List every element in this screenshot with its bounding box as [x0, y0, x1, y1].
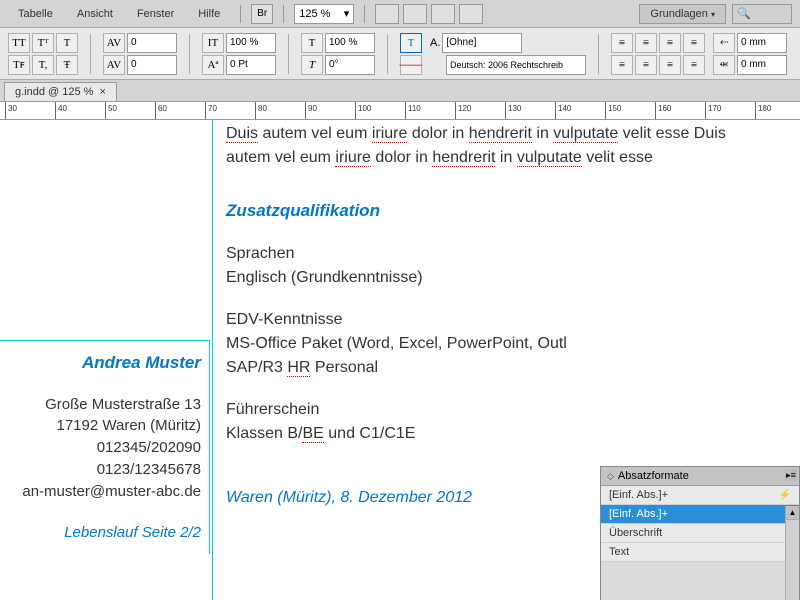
- license-value: Klassen B/BE und C1/C1E: [226, 422, 792, 446]
- main-text-frame[interactable]: Duis autem vel eum iriure dolor in hendr…: [218, 120, 800, 510]
- style-row-basic[interactable]: [Einf. Abs.]+: [601, 505, 799, 524]
- paragraph-styles-panel[interactable]: Absatzformate ▸≡ [Einf. Abs.]+⚡ [Einf. A…: [600, 466, 800, 600]
- sidebar-text-frame[interactable]: Andrea Muster Große Musterstraße 13 1719…: [0, 340, 210, 554]
- clear-override-icon[interactable]: ⚡: [779, 490, 791, 501]
- smallcaps-button[interactable]: Tꜰ: [8, 55, 30, 75]
- license-label: Führerschein: [226, 398, 792, 422]
- language-select[interactable]: [446, 55, 586, 75]
- baseline-icon: Aª: [202, 55, 224, 75]
- arrange-icon[interactable]: [459, 4, 483, 24]
- skew-icon: T: [301, 55, 323, 75]
- align-left-button[interactable]: ≡: [611, 33, 633, 53]
- indent-left-input[interactable]: [737, 33, 787, 53]
- stroke-color-icon[interactable]: ／: [400, 55, 422, 75]
- languages-label: Sprachen: [226, 242, 792, 266]
- menu-fenster[interactable]: Fenster: [127, 4, 184, 24]
- justify-left-button[interactable]: ≡: [611, 55, 633, 75]
- indent-left-icon: ⬸: [713, 33, 735, 53]
- page-label: Lebenslauf Seite 2/2: [4, 522, 201, 544]
- panel-menu-icon[interactable]: ▸≡: [785, 469, 797, 481]
- search-input[interactable]: 🔍: [732, 4, 792, 24]
- document-tab[interactable]: g.indd @ 125 % ×: [4, 82, 117, 101]
- section-heading: Zusatzqualifikation: [226, 198, 792, 224]
- superscript-button[interactable]: Tᵀ: [32, 33, 54, 53]
- style-row-text[interactable]: Text: [601, 543, 799, 562]
- tracking-input[interactable]: [127, 55, 177, 75]
- panel-title[interactable]: Absatzformate ▸≡: [601, 467, 799, 486]
- vscale-icon: IT: [202, 33, 224, 53]
- bridge-button[interactable]: Br: [251, 4, 273, 24]
- view-mode-2-icon[interactable]: [403, 4, 427, 24]
- current-style-display: [Einf. Abs.]+⚡: [601, 486, 799, 505]
- hscale-icon: T: [301, 33, 323, 53]
- vscale-input[interactable]: [226, 33, 276, 53]
- search-icon: 🔍: [737, 7, 751, 20]
- justify-center-button[interactable]: ≡: [635, 55, 657, 75]
- applicant-name: Andrea Muster: [4, 351, 201, 376]
- body-text-line1: Duis autem vel eum iriure dolor in hendr…: [226, 122, 800, 146]
- view-mode-3-icon[interactable]: [431, 4, 455, 24]
- document-tabs: g.indd @ 125 % ×: [0, 80, 800, 102]
- indent-right-input[interactable]: [737, 55, 787, 75]
- languages-value: Englisch (Grundkenntnisse): [226, 266, 792, 290]
- baseline-input[interactable]: [226, 55, 276, 75]
- city: 17192 Waren (Müritz): [4, 415, 201, 437]
- menu-hilfe[interactable]: Hilfe: [188, 4, 230, 24]
- style-row-heading[interactable]: Überschrift: [601, 524, 799, 543]
- control-toolbar: TT Tᵀ T Tꜰ T, Ŧ AV AV IT Aª T T T A. ／: [0, 28, 800, 80]
- view-mode-1-icon[interactable]: [375, 4, 399, 24]
- horizontal-ruler[interactable]: 3040506070809010011012013014015016017018…: [0, 102, 800, 120]
- strikethrough-button[interactable]: Ŧ: [56, 55, 78, 75]
- justify-all-button[interactable]: ≡: [683, 55, 705, 75]
- street: Große Musterstraße 13: [4, 394, 201, 416]
- menu-ansicht[interactable]: Ansicht: [67, 4, 123, 24]
- zoom-level[interactable]: 125 %▾: [294, 4, 354, 24]
- align-center-button[interactable]: ≡: [635, 33, 657, 53]
- email: an-muster@muster-abc.de: [4, 481, 201, 503]
- scroll-up-icon[interactable]: ▲: [786, 506, 799, 520]
- hscale-input[interactable]: [325, 33, 375, 53]
- kerning-input[interactable]: [127, 33, 177, 53]
- workspace-selector[interactable]: Grundlagen ▾: [639, 4, 726, 24]
- body-text-line2: autem vel eum iriure dolor in hendrerit …: [226, 146, 792, 170]
- skew-input[interactable]: [325, 55, 375, 75]
- indent-right-icon: ⬺: [713, 55, 735, 75]
- underline-button[interactable]: T: [56, 33, 78, 53]
- tracking-icon: AV: [103, 55, 125, 75]
- menubar: Tabelle Ansicht Fenster Hilfe Br 125 %▾ …: [0, 0, 800, 28]
- it-label: EDV-Kenntnisse: [226, 308, 792, 332]
- close-icon[interactable]: ×: [99, 86, 105, 98]
- tab-title: g.indd @ 125 %: [15, 86, 93, 98]
- phone1: 012345/202090: [4, 437, 201, 459]
- character-style-select[interactable]: [442, 33, 522, 53]
- phone2: 0123/12345678: [4, 459, 201, 481]
- align-right-button[interactable]: ≡: [659, 33, 681, 53]
- subscript-button[interactable]: T,: [32, 55, 54, 75]
- panel-scrollbar[interactable]: ▲: [785, 506, 799, 600]
- kerning-icon: AV: [103, 33, 125, 53]
- justify-button[interactable]: ≡: [683, 33, 705, 53]
- column-guide: [212, 120, 213, 600]
- allcaps-button[interactable]: TT: [8, 33, 30, 53]
- it-value-2: SAP/R3 HR Personal: [226, 356, 792, 380]
- justify-right-button[interactable]: ≡: [659, 55, 681, 75]
- it-value-1: MS-Office Paket (Word, Excel, PowerPoint…: [226, 332, 792, 356]
- fill-color-icon[interactable]: T: [400, 33, 422, 53]
- document-canvas[interactable]: Andrea Muster Große Musterstraße 13 1719…: [0, 120, 800, 600]
- menu-tabelle[interactable]: Tabelle: [8, 4, 63, 24]
